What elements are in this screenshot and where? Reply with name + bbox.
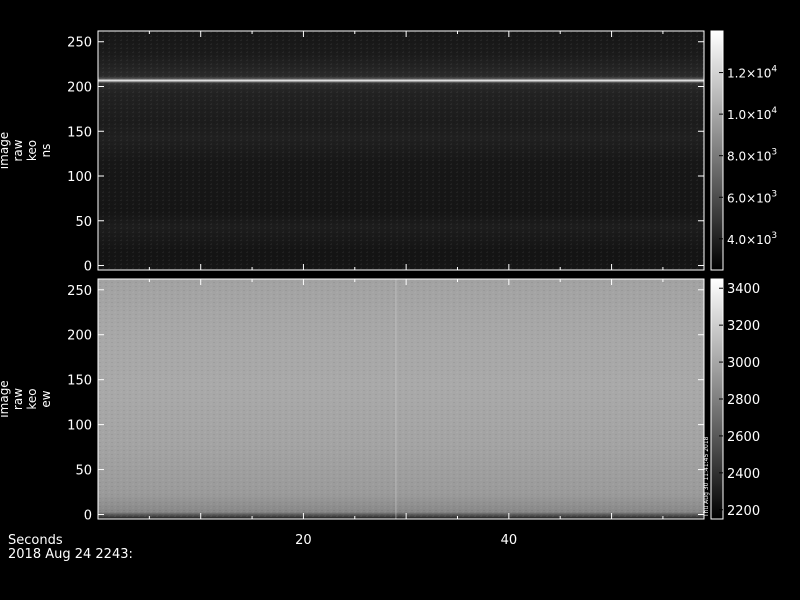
panel-1: 0 50 100 150 200 250 image raw keo ns 4.0×103 6.0×1… (0, 30, 777, 275)
keogram-figure: 050100150200250image raw keo ns4.0×1036.0×1… (0, 30, 777, 562)
ytick-label: 250 (67, 284, 92, 299)
ylabel-line: raw (11, 388, 25, 410)
ylabel-line: ew (39, 390, 53, 407)
xtick-label: 20 (295, 533, 312, 548)
colorbar-tick-label: 2200 (727, 504, 760, 519)
ytick-label: 250 (67, 36, 92, 51)
ytick-label: 200 (67, 80, 92, 95)
colorbar-tick-label: 2800 (727, 393, 760, 408)
colorbar-tick-label: 3400 (727, 282, 760, 297)
ytick-label: 100 (67, 419, 92, 434)
ylabel-line: keo (25, 140, 39, 161)
colorbar-tick-label: 4.0×103 (727, 231, 777, 247)
heatmap-noise-1 (98, 31, 704, 270)
xtick-label: 40 (501, 533, 518, 548)
colorbar-tick-label: 2400 (727, 467, 760, 482)
timestamp-stamp: Thu Aug 30 11:41:45 2018 (703, 436, 710, 518)
ytick-label: 0 (84, 260, 92, 275)
colorbar-1 (711, 31, 723, 270)
ytick-label: 150 (67, 374, 92, 389)
colorbar-tick-label: 3000 (727, 356, 760, 371)
panel-2: 0 50 100 150 200 250 image raw keo ew 2200 2400 2600… (0, 278, 760, 524)
ytick-label: 100 (67, 170, 92, 185)
ytick-label: 0 (84, 509, 92, 524)
ytick-label: 200 (67, 329, 92, 344)
colorbar-tick-label: 1.0×104 (727, 106, 777, 122)
colorbar-tick-label: 1.2×104 (727, 65, 777, 81)
colorbar-tick-label: 2600 (727, 430, 760, 445)
colorbar-tick-label: 6.0×103 (727, 189, 777, 205)
vertical-streak (395, 279, 397, 519)
ylabel-line: image (0, 380, 11, 417)
heatmap-noise-2 (98, 279, 704, 519)
colorbar-tick-label: 3200 (727, 319, 760, 334)
xaxis-label: Seconds (8, 533, 63, 548)
ytick-label: 50 (75, 464, 92, 479)
colorbar-tick-label: 8.0×103 (727, 148, 777, 164)
ylabel-line: image (0, 132, 11, 169)
ylabel-line: keo (25, 388, 39, 409)
ytick-label: 50 (75, 215, 92, 230)
ytick-label: 150 (67, 125, 92, 140)
footer-date: 2018 Aug 24 2243: (8, 547, 133, 562)
ylabel-line: ns (39, 144, 53, 158)
ylabel-line: raw (11, 139, 25, 161)
